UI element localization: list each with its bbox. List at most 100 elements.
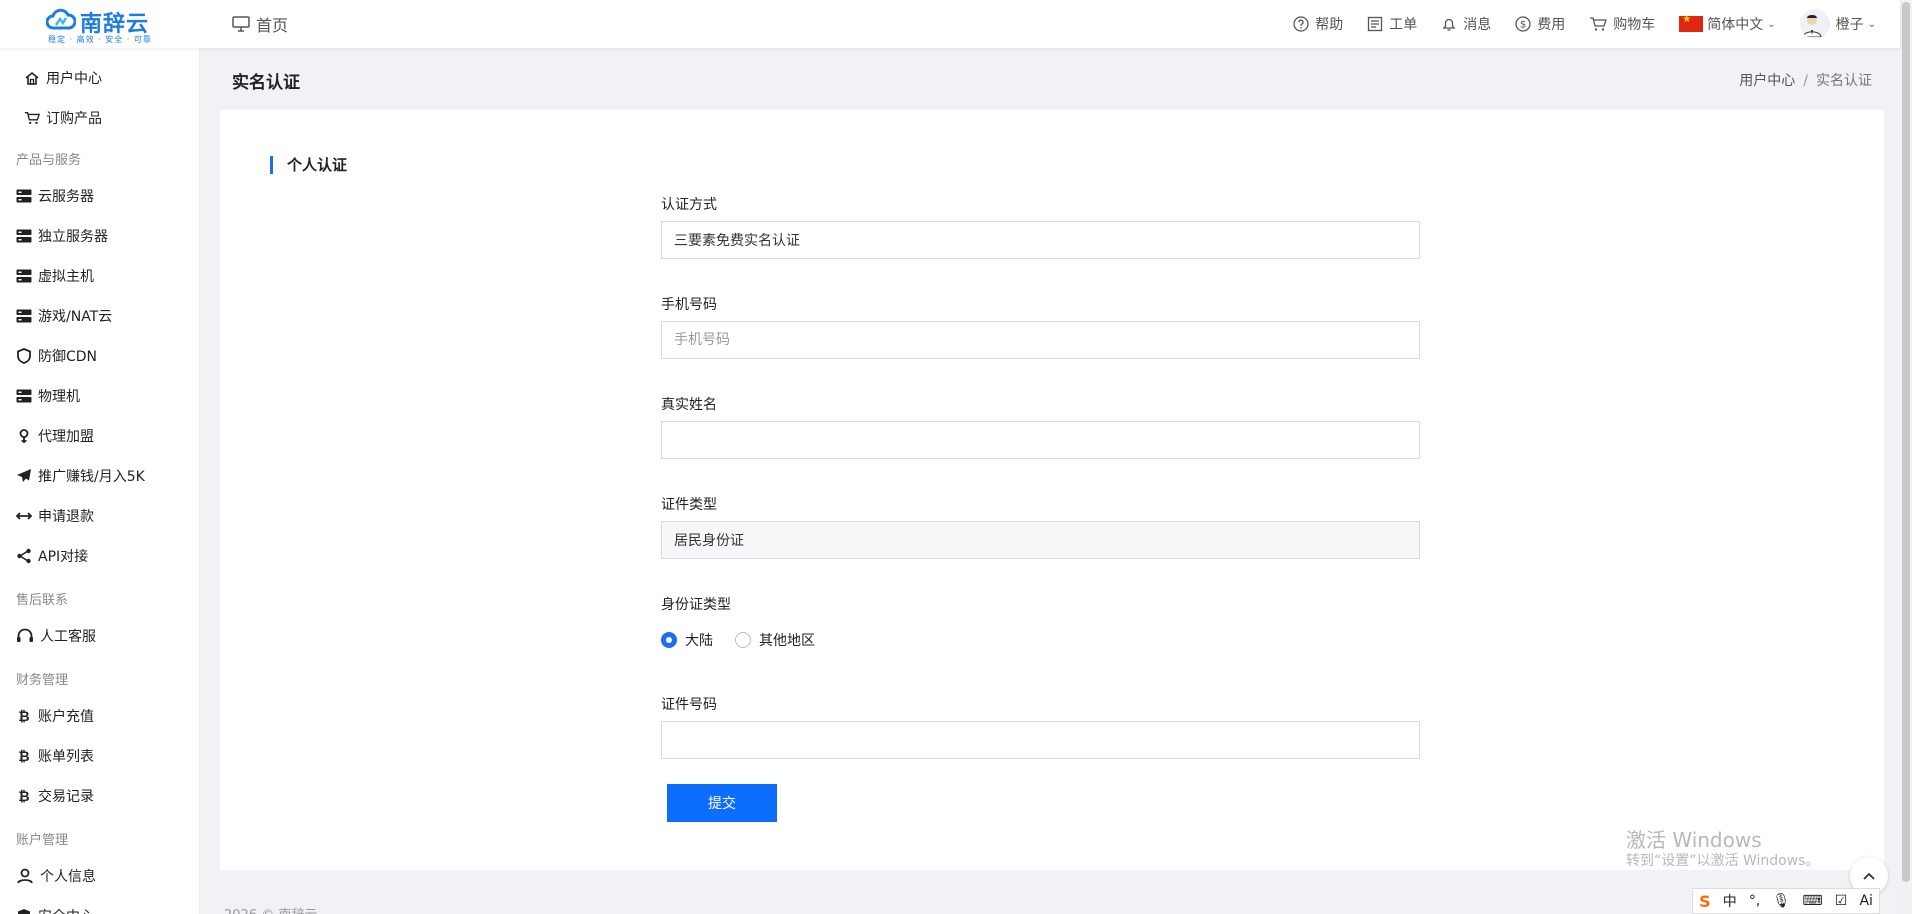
radio-checked[interactable]	[661, 632, 677, 648]
message-label: 消息	[1463, 17, 1492, 33]
id-type-radio-group: 大陆 其他地区	[661, 630, 837, 650]
real-name-label: 真实姓名	[661, 397, 717, 413]
brand-logo[interactable]: 南辞云 稳定 · 高效 · 安全 · 可靠	[46, 6, 156, 44]
sidebar-item-label: 游戏/NAT云	[38, 309, 113, 325]
avatar	[1799, 9, 1830, 39]
sidebar-group-finance: 财务管理	[16, 673, 69, 688]
sidebar-item-promote[interactable]: 推广赚钱/月入5K	[16, 464, 145, 488]
sidebar-item-api[interactable]: API对接	[16, 544, 88, 568]
sidebar-item-label: 账户充值	[38, 709, 94, 725]
china-flag-icon	[1679, 14, 1704, 32]
shield-icon	[18, 909, 30, 914]
sidebar-item-transactions[interactable]: ₿ 交易记录	[16, 784, 94, 808]
submit-button[interactable]: 提交	[667, 784, 777, 822]
sidebar-item-label: 防御CDN	[38, 349, 98, 365]
real-name-input[interactable]	[661, 421, 1420, 459]
doc-type-input[interactable]	[661, 521, 1420, 559]
sidebar-item-label: 交易记录	[38, 789, 94, 805]
help-link[interactable]: 帮助	[1293, 14, 1343, 34]
brand-slogan: 稳定 · 高效 · 安全 · 可靠	[48, 35, 152, 44]
sidebar-item-support[interactable]: 人工客服	[16, 624, 96, 648]
sogou-logo-icon[interactable]: S	[1699, 892, 1711, 911]
windows-activation-title: 激活 Windows	[1626, 828, 1762, 852]
sidebar-item-security[interactable]: 安全中心	[16, 904, 94, 914]
monitor-icon	[232, 16, 250, 32]
server-icon	[16, 269, 32, 283]
sidebar-item-cloud-server[interactable]: 云服务器	[16, 184, 94, 208]
windows-activation-subtitle: 转到“设置”以激活 Windows。	[1626, 853, 1820, 869]
user-icon	[17, 868, 33, 884]
ime-punctuation-toggle[interactable]: °,	[1749, 893, 1760, 909]
sidebar-item-label: 申请退款	[38, 509, 94, 525]
radio-option-mainland[interactable]: 大陆	[661, 630, 713, 650]
ime-toolbar: S 中 °, 🎙 ⌨ ☑ Ai	[1692, 888, 1880, 914]
page-scrollbar[interactable]	[1900, 0, 1912, 914]
sidebar-item-refund[interactable]: 申请退款	[16, 504, 94, 528]
sidebar-item-cdn[interactable]: 防御CDN	[16, 344, 97, 368]
phone-input[interactable]	[661, 321, 1420, 359]
language-select[interactable]: 简体中文 ⌄	[1679, 14, 1776, 34]
sidebar-item-label: 人工客服	[40, 629, 96, 645]
username: 橙子	[1835, 17, 1864, 33]
bitcoin-icon: ₿	[18, 709, 29, 724]
fee-link[interactable]: $ 费用	[1515, 14, 1565, 34]
question-circle-icon	[1293, 16, 1309, 32]
user-menu[interactable]: 橙子 ⌄	[1799, 9, 1876, 39]
sidebar-item-label: 独立服务器	[38, 229, 108, 245]
sidebar-item-bills[interactable]: ₿ 账单列表	[16, 744, 94, 768]
phone-label: 手机号码	[661, 297, 717, 313]
server-icon	[16, 309, 32, 323]
server-icon	[16, 229, 32, 243]
sidebar-group-products: 产品与服务	[16, 153, 82, 168]
svg-text:₿: ₿	[18, 709, 29, 724]
checkbox-tool-icon[interactable]: ☑	[1835, 893, 1848, 909]
cart-icon	[1590, 17, 1608, 31]
footer-copyright: 2026 © 南辞云	[224, 904, 317, 914]
sidebar-item-label: 代理加盟	[38, 429, 94, 445]
ai-icon[interactable]: Ai	[1859, 893, 1872, 909]
sidebar-item-label: 推广赚钱/月入5K	[38, 469, 145, 485]
person-pin-icon	[19, 429, 29, 443]
sidebar-item-label: 安全中心	[38, 906, 94, 914]
chevron-down-icon: ⌄	[1767, 18, 1776, 30]
message-link[interactable]: 消息	[1441, 14, 1491, 34]
sidebar-item-user-center[interactable]: 用户中心	[24, 66, 102, 90]
sidebar-item-physical[interactable]: 物理机	[16, 384, 80, 408]
scrollbar-thumb[interactable]	[1902, 2, 1910, 882]
sidebar-group-account: 账户管理	[16, 833, 69, 848]
breadcrumb-link-user-center[interactable]: 用户中心	[1739, 73, 1795, 89]
sidebar-item-label: API对接	[38, 549, 89, 565]
sidebar-item-label: 物理机	[38, 389, 80, 405]
id-number-input[interactable]	[661, 721, 1420, 759]
sidebar-item-virtual-host[interactable]: 虚拟主机	[16, 264, 94, 288]
bitcoin-icon: ₿	[18, 789, 29, 804]
dollar-circle-icon: $	[1515, 16, 1531, 32]
auth-method-input[interactable]	[661, 221, 1420, 259]
cart-link[interactable]: 购物车	[1589, 14, 1655, 34]
auth-method-label: 认证方式	[661, 197, 717, 213]
ticket-link[interactable]: 工单	[1367, 14, 1417, 34]
share-icon	[17, 548, 31, 564]
chevron-down-icon: ⌄	[1867, 18, 1876, 30]
cart-icon	[24, 112, 40, 125]
sidebar-item-order[interactable]: 订购产品	[24, 106, 102, 130]
microphone-icon[interactable]: 🎙	[1772, 893, 1790, 909]
language-label: 简体中文	[1707, 17, 1764, 33]
breadcrumb-current: 实名认证	[1816, 73, 1872, 89]
sidebar-item-game-nat[interactable]: 游戏/NAT云	[16, 304, 112, 328]
radio-option-other-region[interactable]: 其他地区	[735, 630, 815, 650]
svg-text:₿: ₿	[18, 749, 29, 764]
keyboard-icon[interactable]: ⌨	[1802, 893, 1822, 909]
sidebar-item-agent[interactable]: 代理加盟	[16, 424, 94, 448]
breadcrumb-separator: /	[1803, 73, 1808, 89]
nav-home-link[interactable]: 首页	[232, 12, 288, 36]
ime-chinese-toggle[interactable]: 中	[1723, 891, 1737, 911]
server-icon	[16, 189, 32, 203]
sidebar: 用户中心 订购产品 产品与服务 云服务器 独立服务器 虚拟主机 游戏/NAT云 …	[0, 48, 200, 914]
ticket-label: 工单	[1389, 17, 1418, 33]
sidebar-item-profile[interactable]: 个人信息	[16, 864, 96, 888]
radio-unchecked[interactable]	[735, 632, 751, 648]
sidebar-item-dedicated-server[interactable]: 独立服务器	[16, 224, 108, 248]
sidebar-item-recharge[interactable]: ₿ 账户充值	[16, 704, 94, 728]
fee-label: 费用	[1537, 17, 1566, 33]
